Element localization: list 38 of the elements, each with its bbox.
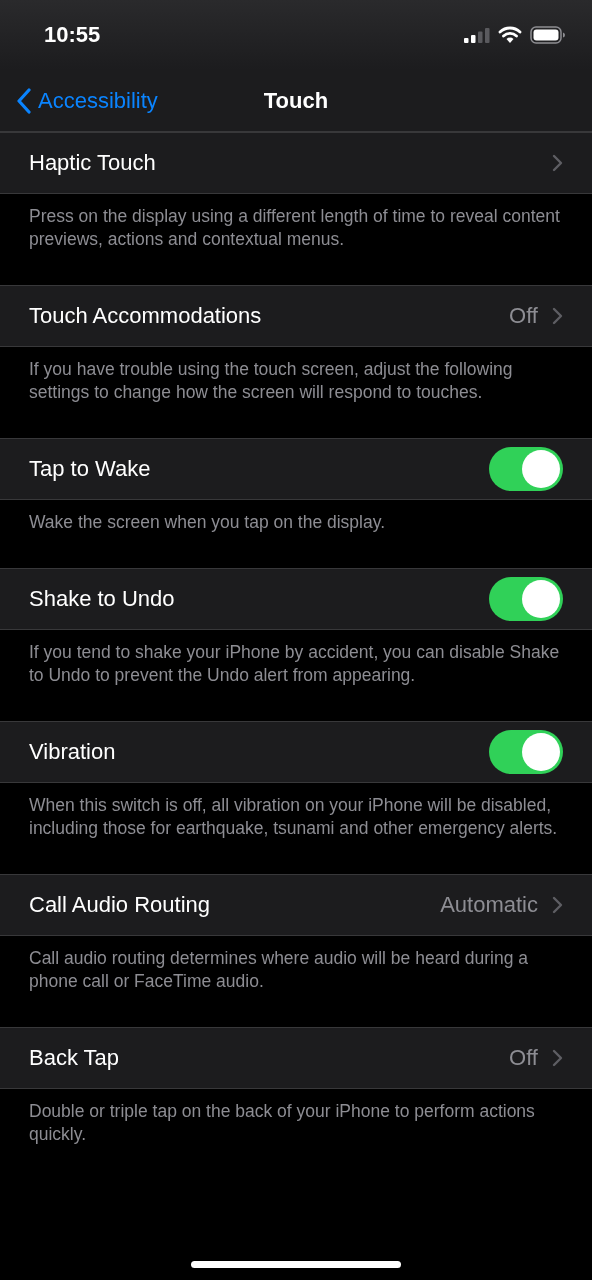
row-label: Vibration: [29, 739, 117, 765]
settings-row[interactable]: Haptic Touch: [0, 132, 592, 194]
settings-row[interactable]: Touch Accommodations Off: [0, 285, 592, 347]
settings-row[interactable]: Back Tap Off: [0, 1027, 592, 1089]
chevron-icon: [552, 1049, 563, 1067]
back-button[interactable]: Accessibility: [0, 87, 158, 114]
row-description: If you tend to shake your iPhone by accident, you can disable Shake to Undo to prevent the Undo alert from appearing.: [28, 641, 561, 687]
wifi-icon: [498, 26, 522, 44]
row-label: Haptic Touch: [29, 150, 157, 176]
row-label: Back Tap: [29, 1045, 121, 1071]
row-label: Call Audio Routing: [29, 892, 211, 918]
nav-title: Touch: [263, 87, 329, 114]
chevron-icon: [552, 896, 563, 914]
row-description: When this switch is off, all vibration on your iPhone will be disabled, including those for earthquake, tsunami and other emergency alerts.: [28, 794, 559, 840]
status-time: 10:55: [44, 22, 101, 48]
toggle-switch[interactable]: [489, 447, 563, 491]
row-label: Shake to Undo: [29, 586, 176, 612]
settings-row[interactable]: Vibration: [0, 721, 592, 783]
row-description: If you have trouble using the touch screen, adjust the following settings to change how the screen will respond to touches.: [28, 358, 514, 404]
chevron-icon: [552, 307, 563, 325]
signal-icon: [464, 27, 490, 43]
battery-icon: [530, 26, 566, 44]
back-chevron-icon: [16, 87, 32, 114]
row-label: Tap to Wake: [29, 456, 152, 482]
row-value: Off: [509, 1045, 538, 1071]
toggle-switch[interactable]: [489, 730, 563, 774]
row-description: Wake the screen when you tap on the display.: [28, 511, 387, 534]
row-value: Off: [509, 303, 538, 329]
row-description: Press on the display using a different length of time to reveal content previews, actions and contextual menus.: [28, 205, 561, 251]
settings-row[interactable]: Tap to Wake: [0, 438, 592, 500]
settings-row[interactable]: Call Audio Routing Automatic: [0, 874, 592, 936]
toggle-switch[interactable]: [489, 577, 563, 621]
row-description: Call audio routing determines where audio will be heard during a phone call or FaceTime audio.: [28, 947, 530, 993]
row-value: Automatic: [440, 892, 538, 918]
chevron-icon: [552, 154, 563, 172]
settings-row[interactable]: Shake to Undo: [0, 568, 592, 630]
row-description: Double or triple tap on the back of your iPhone to perform actions quickly.: [28, 1100, 536, 1146]
row-label: Touch Accommodations: [29, 303, 263, 329]
